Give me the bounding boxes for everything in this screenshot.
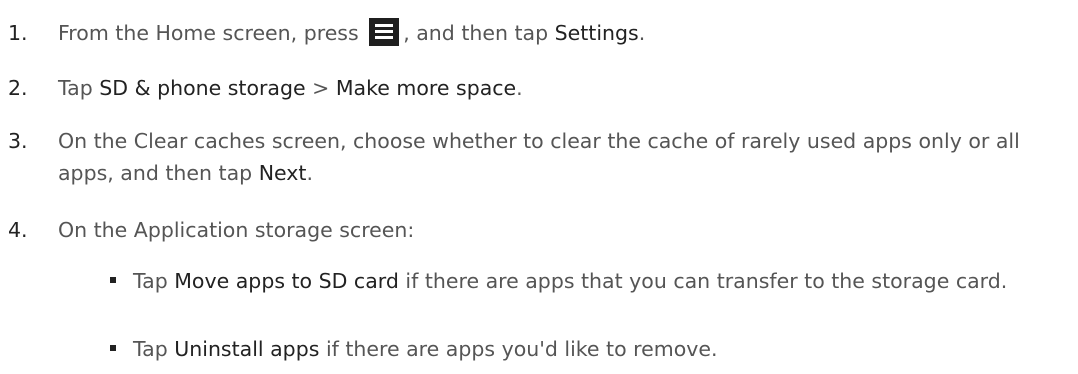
next-label: Next [258, 161, 307, 185]
menu-icon [369, 18, 400, 46]
step-number: 2. [8, 76, 28, 100]
instruction-document: 1. From the Home screen, press , and the… [0, 0, 1078, 374]
bullet-text: Tap Uninstall apps if there are apps you… [133, 333, 1068, 365]
uninstall-apps-label: Uninstall apps [174, 337, 320, 361]
bullet-text-part: if there are apps that you can transfer … [405, 269, 1008, 293]
step-text: On the Clear caches screen, choose wheth… [58, 125, 1068, 189]
step-text-part: From the Home screen, press [58, 21, 359, 45]
step-text-part: . [516, 76, 523, 100]
step-text-part: Tap [58, 76, 93, 100]
bullet-marker [110, 277, 116, 283]
step-text: On the Application storage screen: [58, 214, 1068, 246]
step-text: Tap SD & phone storage > Make more space… [58, 72, 1068, 104]
step-text-part: , and then tap [403, 21, 549, 45]
bullet-text: Tap Move apps to SD card if there are ap… [133, 265, 1068, 297]
step-text-part: . [306, 161, 313, 185]
step-text-part: . [638, 21, 646, 45]
step-text: From the Home screen, press , and then t… [58, 17, 1068, 49]
settings-label: Settings [554, 21, 639, 45]
bullet-text-part: Tap [133, 337, 168, 361]
make-more-space-label: Make more space [335, 76, 517, 100]
move-apps-label: Move apps to SD card [174, 269, 399, 293]
step-text-part: On the Clear caches screen, choose wheth… [58, 129, 1020, 185]
step-text-part: On the Application storage screen: [58, 218, 415, 242]
step-number: 3. [8, 129, 28, 153]
step-text-part: > [312, 76, 330, 100]
bullet-marker [110, 345, 116, 351]
bullet-text-part: if there are apps you'd like to remove. [325, 337, 718, 361]
step-number: 4. [8, 218, 28, 242]
sd-phone-storage-label: SD & phone storage [99, 76, 306, 100]
step-number: 1. [8, 21, 28, 45]
bullet-text-part: Tap [133, 269, 168, 293]
